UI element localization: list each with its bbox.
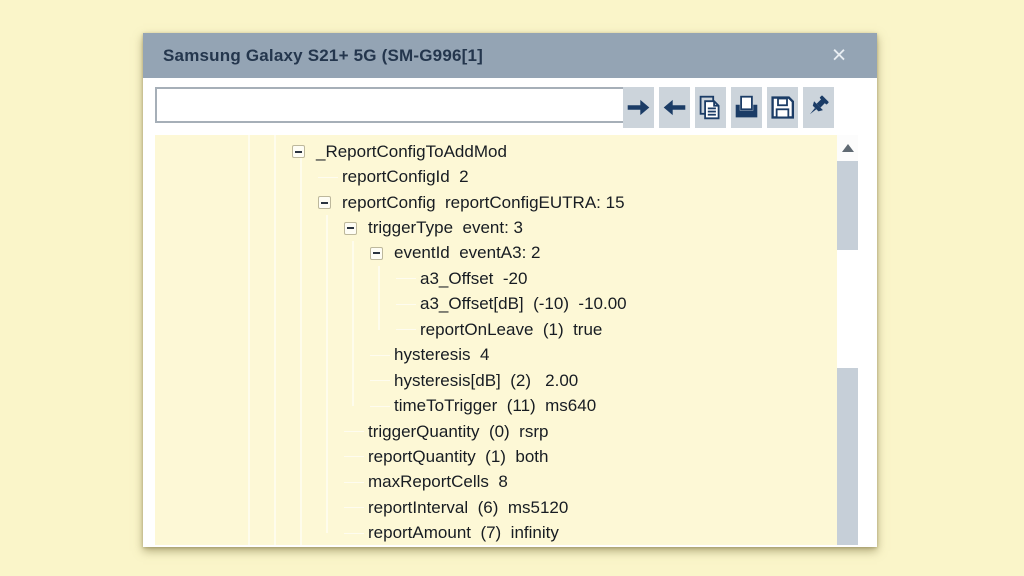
scrollbar-thumb[interactable] bbox=[837, 250, 858, 368]
tree-connector bbox=[370, 406, 390, 407]
tree-node[interactable]: reportAmount (7) infinity bbox=[155, 521, 837, 545]
tree-node[interactable]: reportQuantity (1) both bbox=[155, 444, 837, 469]
tree-node[interactable]: reportConfig reportConfigEUTRA: 15 bbox=[155, 190, 837, 215]
tree-connector bbox=[370, 355, 390, 356]
tree-node-label: reportOnLeave (1) true bbox=[420, 320, 602, 340]
tree-connector bbox=[370, 380, 390, 381]
parameter-tree: _ReportConfigToAddMod reportConfigId 2 rep… bbox=[155, 135, 837, 545]
find-prev-button[interactable] bbox=[659, 87, 690, 128]
close-icon: × bbox=[832, 41, 847, 69]
print-button[interactable] bbox=[731, 87, 762, 128]
tree-node-label: reportQuantity (1) both bbox=[368, 447, 548, 467]
tree-node-label: a3_Offset -20 bbox=[420, 269, 527, 289]
tree-node[interactable]: reportInterval (6) ms5120 bbox=[155, 495, 837, 520]
save-button[interactable] bbox=[767, 87, 798, 128]
tree-connector bbox=[344, 507, 364, 508]
tree-node[interactable]: triggerType event: 3 bbox=[155, 215, 837, 240]
tree-connector bbox=[344, 533, 364, 534]
titlebar[interactable]: Samsung Galaxy S21+ 5G (SM-G996[1] × bbox=[143, 33, 877, 78]
tree-connector bbox=[396, 278, 416, 279]
tree-node[interactable]: reportConfigId 2 bbox=[155, 164, 837, 189]
scroll-up-button[interactable] bbox=[837, 135, 858, 161]
pin-button[interactable] bbox=[803, 87, 834, 128]
copy-button[interactable] bbox=[695, 87, 726, 128]
collapse-toggle-icon[interactable] bbox=[370, 247, 383, 260]
tree-node[interactable]: eventId eventA3: 2 bbox=[155, 241, 837, 266]
window-title: Samsung Galaxy S21+ 5G (SM-G996[1] bbox=[163, 33, 483, 78]
tree-node-label: eventId eventA3: 2 bbox=[394, 243, 541, 263]
tree-node-label: hysteresis 4 bbox=[394, 345, 489, 365]
tree-node-label: reportAmount (7) infinity bbox=[368, 523, 559, 543]
tree-node[interactable]: hysteresis 4 bbox=[155, 343, 837, 368]
tree-node[interactable]: _ReportConfigToAddMod bbox=[155, 139, 837, 164]
tree-node-label: timeToTrigger (11) ms640 bbox=[394, 396, 596, 416]
back-arrow-icon bbox=[661, 94, 688, 121]
tree-node[interactable]: triggerQuantity (0) rsrp bbox=[155, 419, 837, 444]
tree-node[interactable]: maxReportCells 8 bbox=[155, 470, 837, 495]
find-next-button[interactable] bbox=[623, 87, 654, 128]
device-report-window: Samsung Galaxy S21+ 5G (SM-G996[1] × bbox=[143, 33, 877, 547]
collapse-toggle-icon[interactable] bbox=[292, 145, 305, 158]
tree-connector bbox=[344, 431, 364, 432]
pin-icon bbox=[805, 94, 832, 121]
tree-node-label: triggerQuantity (0) rsrp bbox=[368, 422, 548, 442]
tree-node-label: triggerType event: 3 bbox=[368, 218, 523, 238]
toolbar-buttons bbox=[623, 87, 834, 128]
tree-node-label: _ReportConfigToAddMod bbox=[316, 142, 507, 162]
tree-node[interactable]: reportOnLeave (1) true bbox=[155, 317, 837, 342]
toolbar bbox=[143, 78, 877, 135]
tree-connector bbox=[396, 304, 416, 305]
tree-node-label: reportConfigId 2 bbox=[342, 167, 469, 187]
tree-node[interactable]: a3_Offset[dB] (-10) -10.00 bbox=[155, 292, 837, 317]
collapse-toggle-icon[interactable] bbox=[344, 222, 357, 235]
copy-icon bbox=[697, 94, 724, 121]
print-icon bbox=[733, 94, 760, 121]
close-button[interactable]: × bbox=[825, 40, 853, 70]
forward-arrow-icon bbox=[625, 94, 652, 121]
tree-rows: _ReportConfigToAddMod reportConfigId 2 rep… bbox=[155, 135, 837, 545]
tree-node-label: a3_Offset[dB] (-10) -10.00 bbox=[420, 294, 627, 314]
save-icon bbox=[769, 94, 796, 121]
scrollbar-track[interactable] bbox=[837, 135, 858, 545]
up-arrow-icon bbox=[842, 144, 854, 152]
search-input[interactable] bbox=[155, 87, 633, 123]
tree-connector bbox=[344, 482, 364, 483]
tree-node[interactable]: a3_Offset -20 bbox=[155, 266, 837, 291]
tree-connector bbox=[318, 177, 338, 178]
collapse-toggle-icon[interactable] bbox=[318, 196, 331, 209]
tree-node[interactable]: timeToTrigger (11) ms640 bbox=[155, 393, 837, 418]
tree-connector bbox=[396, 329, 416, 330]
tree-node-label: maxReportCells 8 bbox=[368, 472, 508, 492]
tree-node-label: reportConfig reportConfigEUTRA: 15 bbox=[342, 193, 625, 213]
tree-node[interactable]: hysteresis[dB] (2) 2.00 bbox=[155, 368, 837, 393]
tree-connector bbox=[344, 456, 364, 457]
tree-node-label: hysteresis[dB] (2) 2.00 bbox=[394, 371, 578, 391]
tree-node-label: reportInterval (6) ms5120 bbox=[368, 498, 568, 518]
